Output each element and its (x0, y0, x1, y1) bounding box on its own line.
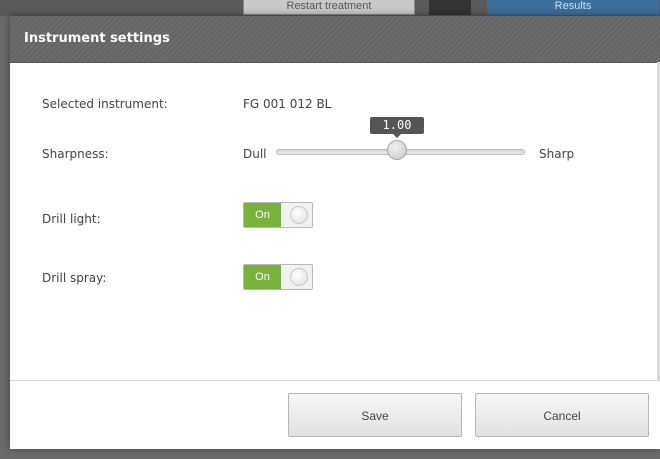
selected-instrument-value: FG 001 012 BL (243, 97, 332, 111)
drill-light-toggle-state: On (244, 203, 281, 227)
dialog-title: Instrument settings (24, 31, 170, 46)
tooltip-arrow (393, 134, 401, 138)
sharpness-max-label: Sharp (539, 147, 575, 161)
drill-spray-label: Drill spray: (42, 271, 107, 285)
dialog-title-bar: Instrument settings (10, 16, 660, 63)
sharpness-value-tooltip: 1.00 (370, 117, 424, 134)
cancel-button[interactable]: Cancel (475, 393, 649, 437)
drill-spray-toggle[interactable]: On (243, 264, 313, 290)
toggle-knob (290, 206, 308, 224)
sharpness-min-label: Dull (243, 147, 267, 161)
drill-light-label: Drill light: (42, 212, 101, 226)
dialog-footer: Save Cancel (10, 380, 660, 449)
toggle-knob (290, 268, 308, 286)
background-app-bar: Restart treatment Results (0, 0, 660, 16)
results-button: Results (487, 0, 659, 15)
background-icon-button (429, 0, 471, 15)
sharpness-slider-handle[interactable] (387, 140, 407, 160)
sharpness-label: Sharpness: (42, 147, 109, 161)
selected-instrument-label: Selected instrument: (42, 97, 168, 111)
restart-treatment-button: Restart treatment (243, 0, 415, 15)
drill-spray-toggle-state: On (244, 265, 281, 289)
save-button[interactable]: Save (288, 393, 462, 437)
instrument-settings-dialog: Instrument settings Selected instrument:… (10, 16, 660, 449)
drill-light-toggle[interactable]: On (243, 202, 313, 228)
